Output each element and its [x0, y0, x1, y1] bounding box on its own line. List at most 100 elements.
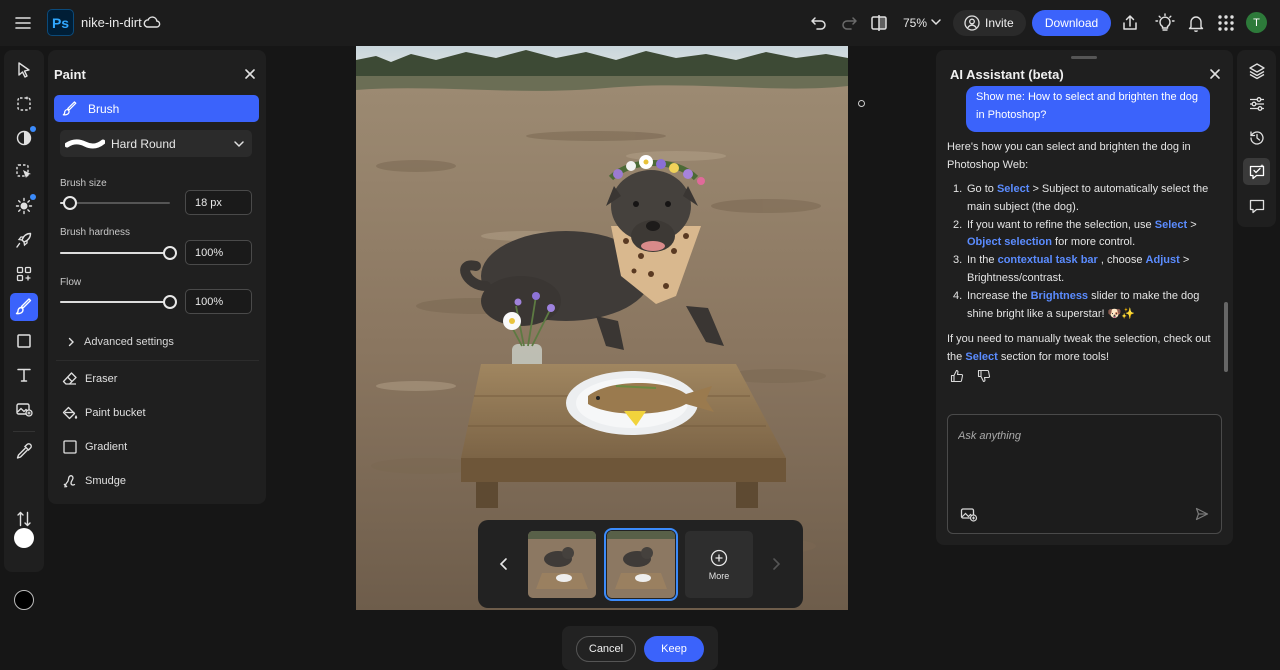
canvas-handle[interactable] [858, 100, 865, 107]
menu-icon[interactable] [14, 14, 32, 32]
generative-fill-icon[interactable] [13, 161, 35, 183]
invite-label: Invite [985, 16, 1014, 30]
flow-input[interactable]: 100% [185, 289, 252, 314]
brush-size-input[interactable]: 18 px [185, 190, 252, 215]
panel-divider [56, 360, 259, 361]
add-image-icon[interactable] [13, 398, 35, 420]
layers-icon[interactable] [1243, 57, 1270, 84]
invite-button[interactable]: Invite [953, 10, 1026, 36]
more-variations-button[interactable]: More [685, 531, 753, 598]
user-avatar[interactable]: T [1246, 12, 1267, 33]
chevron-down-icon[interactable] [930, 16, 942, 28]
select-subject-icon[interactable] [13, 93, 35, 115]
brush-preset-dropdown[interactable]: Hard Round [60, 130, 252, 157]
list-item: 1. Go to Select > Subject to automaticall… [953, 181, 1222, 217]
brush-tool-icon[interactable] [10, 293, 38, 321]
paint-bucket-tool-option[interactable]: Paint bucket [62, 405, 146, 421]
smudge-label: Smudge [85, 475, 126, 487]
panel-drag-handle[interactable] [1071, 56, 1097, 59]
zoom-level[interactable]: 75% [903, 16, 927, 30]
close-icon[interactable] [1209, 68, 1221, 80]
keyword-link[interactable]: contextual task bar [998, 254, 1098, 266]
keyword-link[interactable]: Select [1155, 219, 1187, 231]
thumbs-down-icon[interactable] [977, 369, 991, 383]
brush-tool-option[interactable]: Brush [54, 95, 259, 122]
move-tool-icon[interactable] [13, 59, 35, 81]
keyword-link[interactable]: Adjust [1146, 254, 1180, 266]
variation-thumbnail-selected[interactable] [604, 528, 678, 601]
adjustments-icon[interactable] [13, 126, 36, 149]
keyword-link[interactable]: Brightness [1031, 290, 1088, 302]
rectangle-shape-icon[interactable] [13, 330, 35, 352]
step-text: If you want to refine the selection, use [967, 218, 1155, 231]
foreground-color-swatch[interactable] [14, 528, 34, 548]
smudge-tool-option[interactable]: Smudge [62, 473, 126, 489]
keyword-link[interactable]: Object selection [967, 236, 1052, 248]
background-color-swatch[interactable] [14, 590, 34, 610]
slider-handle[interactable] [62, 196, 77, 210]
healing-icon[interactable] [13, 263, 35, 285]
document-name[interactable]: nike-in-dirt [81, 15, 142, 30]
quick-actions-rocket-icon[interactable] [13, 229, 35, 251]
brush-hardness-slider[interactable] [60, 246, 177, 260]
redo-icon[interactable] [839, 13, 859, 33]
chat-scrollbar[interactable] [1224, 302, 1228, 372]
slider-handle[interactable] [163, 295, 177, 309]
invite-icon [964, 15, 980, 31]
step-text: In the [967, 254, 998, 267]
bell-icon[interactable] [1186, 13, 1206, 33]
eyedropper-icon[interactable] [13, 440, 35, 462]
brush-hardness-input[interactable]: 100% [185, 240, 252, 265]
brush-preset-label: Hard Round [111, 136, 176, 151]
chevron-left-icon[interactable] [498, 557, 510, 571]
send-icon[interactable] [1195, 507, 1209, 521]
brush-size-slider[interactable] [60, 196, 170, 210]
close-icon[interactable] [244, 68, 256, 80]
apps-grid-icon[interactable] [1216, 13, 1236, 33]
keyword-link[interactable]: Select [965, 351, 997, 363]
adjustment-sliders-icon[interactable] [1243, 90, 1270, 117]
slider-handle[interactable] [163, 246, 177, 260]
chevron-right-icon[interactable] [770, 557, 782, 571]
right-panel-rail [1237, 50, 1276, 227]
photoshop-logo[interactable]: Ps [47, 9, 74, 36]
undo-icon[interactable] [809, 13, 829, 33]
advanced-settings-label: Advanced settings [84, 336, 174, 348]
compare-icon[interactable] [869, 13, 889, 33]
notification-dot [30, 194, 36, 200]
chat-input-box [947, 414, 1222, 534]
keep-button[interactable]: Keep [644, 636, 704, 662]
top-bar: Ps nike-in-dirt 75% Invite Download T [0, 0, 1280, 46]
cancel-button[interactable]: Cancel [576, 636, 636, 662]
list-item: 2. If you want to refine the selection, u… [953, 217, 1222, 253]
swap-colors-icon[interactable] [13, 508, 35, 530]
paint-bucket-icon [62, 406, 78, 420]
gradient-tool-option[interactable]: Gradient [62, 439, 127, 455]
text-tool-icon[interactable] [13, 364, 35, 386]
ai-assistant-panel: AI Assistant (beta) Show me: How to sele… [936, 50, 1233, 545]
panel-title: Paint [54, 67, 86, 82]
attach-image-icon[interactable] [960, 506, 978, 522]
variation-thumbnail[interactable] [528, 531, 596, 598]
thumbs-up-icon[interactable] [950, 369, 964, 383]
step-text: > [1187, 218, 1197, 231]
comments-icon[interactable] [1243, 192, 1270, 219]
advanced-settings-toggle[interactable]: Advanced settings [66, 336, 174, 348]
flow-slider[interactable] [60, 295, 177, 309]
slider-fill [60, 301, 170, 303]
step-text: Increase the [967, 289, 1031, 302]
download-button[interactable]: Download [1032, 10, 1111, 36]
keyword-link[interactable]: Select [997, 183, 1029, 195]
eraser-tool-option[interactable]: Eraser [62, 371, 117, 387]
cloud-icon[interactable] [143, 14, 161, 30]
assistant-reply-intro: Here's how you can select and brighten t… [947, 141, 1191, 171]
ask-anything-input[interactable] [958, 427, 1208, 445]
list-item: 3. In the contextual task bar , choose Ad… [953, 252, 1222, 288]
ai-assistant-icon[interactable] [1243, 158, 1270, 185]
list-number: 1. [953, 183, 963, 195]
lightbulb-icon[interactable] [1155, 13, 1175, 33]
brightness-icon[interactable] [13, 194, 36, 217]
chevron-right-icon [68, 337, 74, 347]
share-icon[interactable] [1120, 13, 1140, 33]
history-icon[interactable] [1243, 124, 1270, 151]
